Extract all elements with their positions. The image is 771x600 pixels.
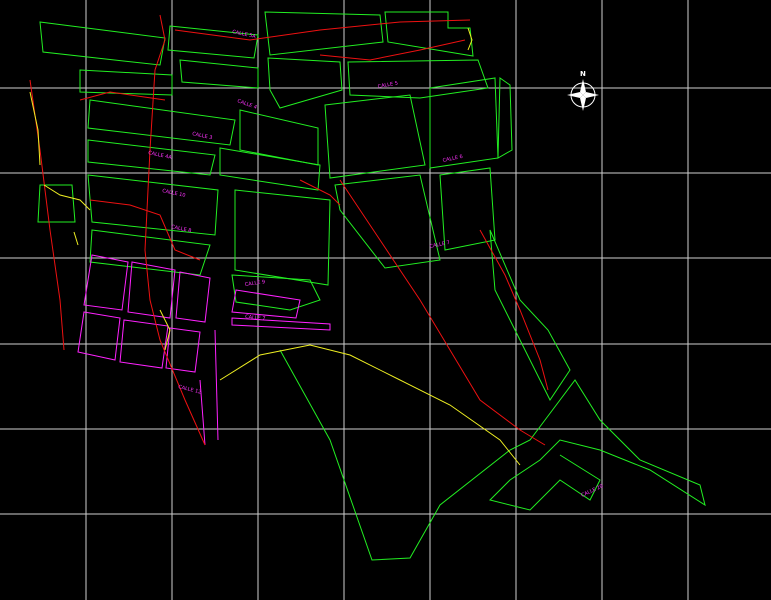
street-label: CALLE 6 [442,154,463,164]
street-label: CALLE 10 [162,188,186,199]
city-blocks-south [77,254,331,446]
street-label: CALLE 7 [429,240,450,250]
street-label: CALLE 5 [377,81,398,90]
roads-red [29,14,549,446]
compass-north-label: N [580,70,586,78]
city-blocks-north [37,11,571,401]
street-labels: CALLE 5A CALLE 5 CALLE 6 CALLE 4 CALLE 3… [148,29,605,499]
street-label: CALLE 4A [148,150,173,161]
street-label: CALLE 12 [178,384,202,396]
street-label: CALLE 3 [192,131,213,141]
compass-rose-icon: N [567,70,599,111]
street-label: CALLE 9 [244,279,265,288]
street-label: CALLE 8 [171,224,192,234]
street-label: CALLE 4 [236,98,257,111]
street-label: CALLE 7 [245,314,266,322]
coordinate-grid [0,0,771,600]
cad-map-canvas: N CALLE 5A CALLE 5 CALLE 6 CALLE 4 CALLE… [0,0,771,600]
